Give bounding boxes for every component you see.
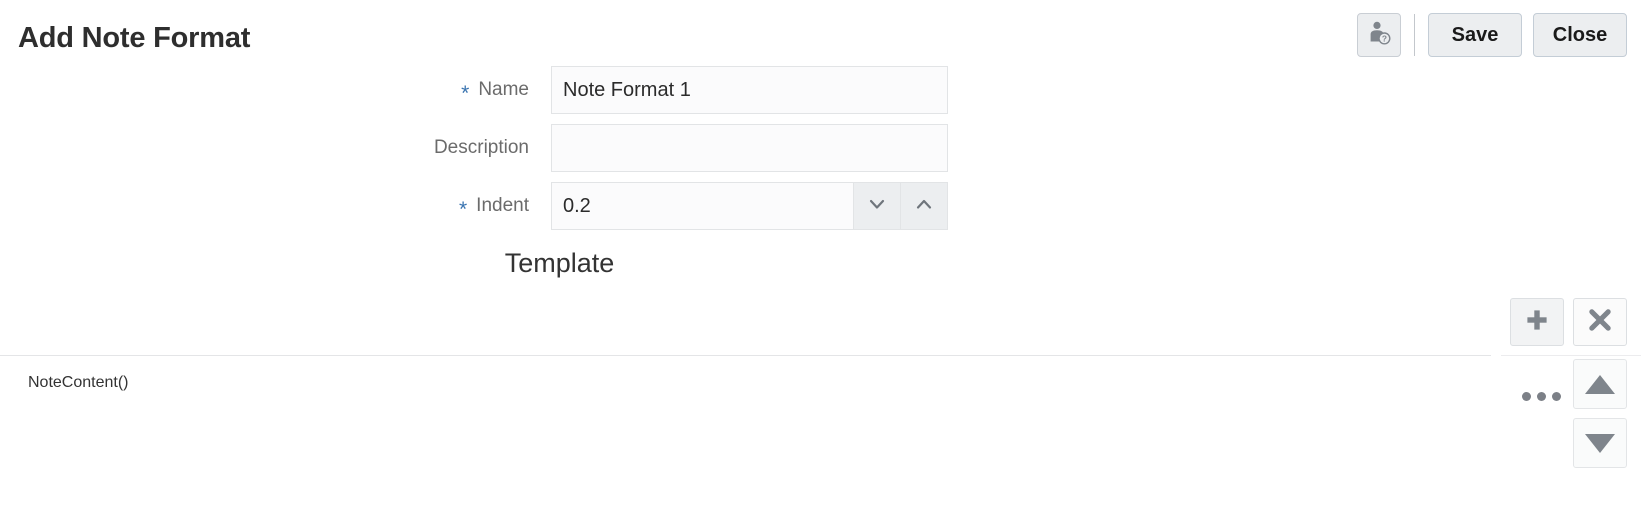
note-format-form: * Name Note Format 1 Description * Inden… xyxy=(0,66,1641,240)
template-divider-right xyxy=(1501,355,1641,356)
required-indicator: * xyxy=(458,197,468,221)
chevron-down-icon xyxy=(866,193,888,220)
close-button[interactable]: Close xyxy=(1533,13,1627,57)
person-help-icon: ? xyxy=(1366,20,1392,51)
table-row[interactable]: NoteContent() xyxy=(0,356,1491,416)
indent-increment-button[interactable] xyxy=(901,182,948,230)
name-label-text: Name xyxy=(478,79,529,100)
template-section-heading: Template xyxy=(504,248,615,278)
description-input[interactable] xyxy=(551,124,948,172)
save-button[interactable]: Save xyxy=(1428,13,1522,57)
description-label: Description xyxy=(0,124,540,172)
close-x-icon xyxy=(1587,307,1613,338)
indent-label: * Indent xyxy=(0,182,540,230)
required-indicator: * xyxy=(461,81,470,105)
triangle-up-icon xyxy=(1585,374,1615,394)
chevron-up-icon xyxy=(913,193,935,220)
form-row-indent: * Indent 0.2 xyxy=(0,182,1641,230)
reorder-button-group xyxy=(1573,359,1627,468)
name-input[interactable]: Note Format 1 xyxy=(551,66,948,114)
ellipsis-dot xyxy=(1552,392,1561,401)
form-row-description: Description xyxy=(0,124,1641,172)
add-row-button[interactable] xyxy=(1510,298,1564,346)
plus-icon xyxy=(1524,307,1550,338)
page-header: Add Note Format ? Save Close xyxy=(0,0,1641,72)
svg-text:?: ? xyxy=(1382,33,1387,43)
indent-label-text: Indent xyxy=(476,195,529,216)
ellipsis-icon[interactable] xyxy=(1522,392,1561,401)
page-title: Add Note Format xyxy=(18,22,251,54)
move-up-button[interactable] xyxy=(1573,359,1627,409)
delete-row-button[interactable] xyxy=(1573,298,1627,346)
ellipsis-dot xyxy=(1522,392,1531,401)
indent-decrement-button[interactable] xyxy=(854,182,901,230)
template-row-label: NoteContent() xyxy=(28,374,129,391)
name-label: * Name xyxy=(0,66,540,114)
move-down-button[interactable] xyxy=(1573,418,1627,468)
ellipsis-dot xyxy=(1537,392,1546,401)
form-row-name: * Name Note Format 1 xyxy=(0,66,1641,114)
toolbar-divider xyxy=(1414,14,1415,56)
triangle-down-icon xyxy=(1585,433,1615,453)
header-action-bar: ? Save Close xyxy=(1357,13,1627,57)
indent-input[interactable]: 0.2 xyxy=(551,182,854,230)
description-label-text: Description xyxy=(433,137,529,158)
template-toolbar xyxy=(1510,298,1627,346)
person-help-button[interactable]: ? xyxy=(1357,13,1401,57)
